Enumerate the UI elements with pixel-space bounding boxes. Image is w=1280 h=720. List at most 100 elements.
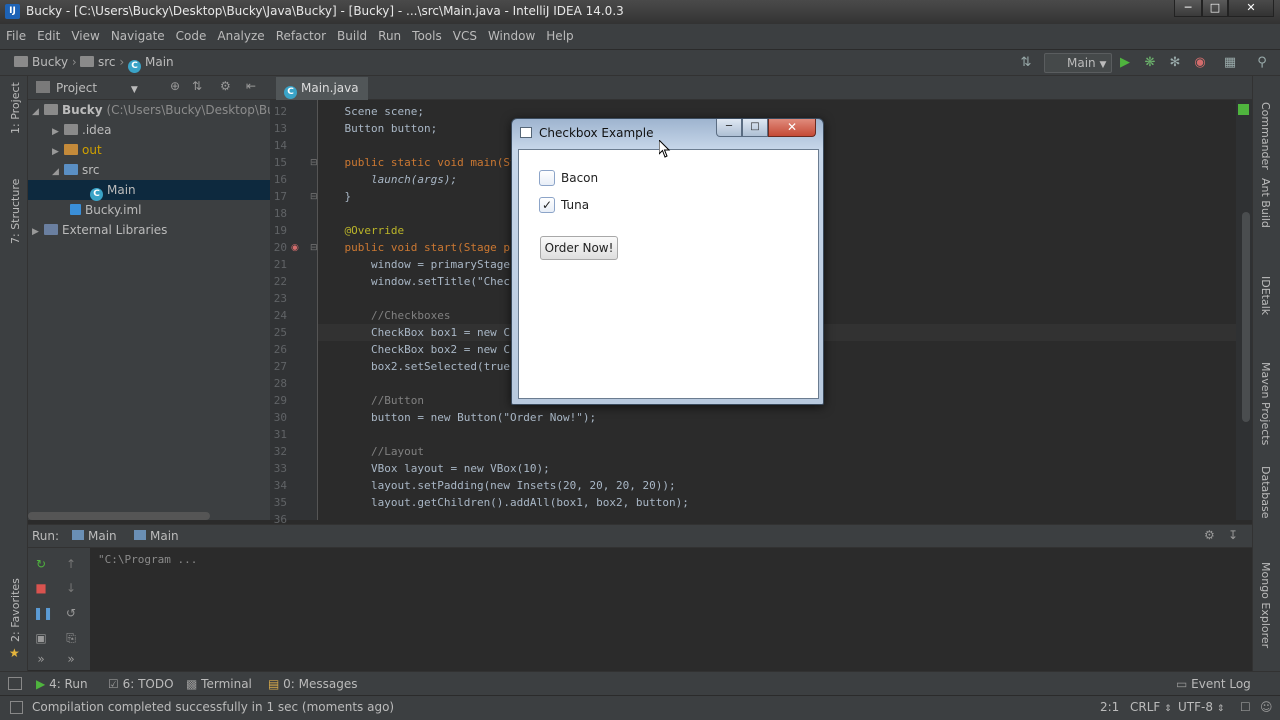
menu-navigate[interactable]: Navigate bbox=[105, 24, 170, 43]
profile-icon[interactable]: ◉ bbox=[1192, 55, 1208, 71]
line-number: 16 bbox=[273, 173, 287, 186]
search-icon[interactable]: ⚲ bbox=[1254, 55, 1270, 71]
close-button[interactable]: ✕ bbox=[1228, 0, 1274, 17]
fold-icon[interactable]: ⊟ bbox=[310, 192, 318, 202]
menu-view[interactable]: View bbox=[65, 24, 104, 43]
editor-vertical-scrollbar[interactable] bbox=[1242, 212, 1250, 422]
tree-item-bucky-iml[interactable]: Bucky.iml bbox=[28, 200, 270, 220]
fold-icon[interactable]: ⊟ bbox=[310, 158, 318, 168]
run-icon[interactable]: ▶ bbox=[1117, 55, 1133, 71]
structure-tool-button[interactable]: 7: Structure bbox=[9, 179, 22, 244]
run-config-select[interactable]: Main ▼ bbox=[1044, 53, 1112, 73]
run-tab-main-1[interactable]: Main bbox=[72, 529, 117, 543]
project-structure-icon[interactable]: ▦ bbox=[1222, 55, 1238, 71]
rerun-icon[interactable]: ↻ bbox=[33, 556, 49, 572]
menu-analyze[interactable]: Analyze bbox=[211, 24, 269, 43]
more-icon[interactable]: » bbox=[63, 651, 79, 667]
line-separator-select[interactable]: CRLF ⇕ bbox=[1130, 700, 1172, 714]
tuna-label[interactable]: Tuna bbox=[561, 198, 589, 212]
caret-position[interactable]: 2:1 bbox=[1100, 700, 1119, 714]
menu-run[interactable]: Run bbox=[372, 24, 406, 43]
menu-window[interactable]: Window bbox=[482, 24, 540, 43]
encoding-select[interactable]: UTF-8 ⇕ bbox=[1178, 700, 1224, 714]
code-text: //Layout bbox=[318, 445, 424, 458]
event-log-tool-button[interactable]: ▭ Event Log bbox=[1176, 677, 1251, 691]
menu-file[interactable]: File bbox=[0, 24, 31, 43]
idetalk-tool-button[interactable]: IDEtalk bbox=[1259, 276, 1272, 315]
window-title-bar[interactable]: IJ Bucky - [C:\Users\Bucky\Desktop\Bucky… bbox=[0, 0, 1280, 24]
bacon-label[interactable]: Bacon bbox=[561, 171, 598, 185]
menu-help[interactable]: Help bbox=[540, 24, 578, 43]
run-tool-button[interactable]: ▶ 4: Run bbox=[36, 677, 88, 691]
tree-item-external-libraries[interactable]: ▶ External Libraries bbox=[28, 220, 270, 240]
menu-build[interactable]: Build bbox=[331, 24, 372, 43]
mongo-explorer-tool-button[interactable]: Mongo Explorer bbox=[1259, 562, 1272, 648]
fx-maximize-button[interactable]: □ bbox=[742, 119, 768, 137]
toggle-tool-windows-icon[interactable] bbox=[8, 677, 22, 690]
maximize-button[interactable]: □ bbox=[1202, 0, 1228, 17]
hide-panel-icon[interactable]: ⇤ bbox=[246, 79, 256, 93]
run-gutter-icon[interactable]: ◉ bbox=[291, 243, 299, 253]
minimize-button[interactable]: ─ bbox=[1174, 0, 1202, 17]
menu-code[interactable]: Code bbox=[170, 24, 212, 43]
tree-item-out[interactable]: ▶ out bbox=[28, 140, 270, 160]
maven-projects-tool-button[interactable]: Maven Projects bbox=[1259, 362, 1272, 445]
stop-icon[interactable]: ■ bbox=[33, 580, 49, 596]
commander-tool-button[interactable]: Commander bbox=[1259, 102, 1272, 170]
up-arrow-icon[interactable]: ↑ bbox=[63, 556, 79, 572]
soft-wrap-icon[interactable]: ↺ bbox=[63, 605, 79, 621]
debug-icon[interactable]: ❋ bbox=[1142, 55, 1158, 71]
line-number: 26 bbox=[273, 343, 287, 356]
fx-close-button[interactable]: ✕ bbox=[768, 119, 816, 137]
database-tool-button[interactable]: Database bbox=[1259, 466, 1272, 519]
build-icon[interactable]: ⇅ bbox=[1018, 55, 1034, 71]
order-now-button[interactable]: Order Now! bbox=[540, 236, 618, 260]
line-number: 19 bbox=[273, 224, 287, 237]
tuna-checkbox[interactable]: ✓ bbox=[539, 197, 555, 213]
scroll-from-source-icon[interactable]: ⊕ bbox=[170, 79, 180, 93]
checkbox-example-window[interactable]: Checkbox Example ─ □ ✕ Bacon ✓ Tuna Orde… bbox=[511, 118, 824, 405]
library-icon bbox=[44, 224, 58, 235]
run-tab-main-2[interactable]: Main bbox=[134, 529, 179, 543]
fold-icon[interactable]: ⊟ bbox=[310, 243, 318, 253]
print-icon[interactable]: ⎘ bbox=[63, 630, 79, 646]
tree-item-bucky[interactable]: ◢ Bucky (C:\Users\Bucky\Desktop\Buck bbox=[28, 100, 288, 120]
coverage-icon[interactable]: ✻ bbox=[1167, 55, 1183, 71]
more-icon[interactable]: » bbox=[33, 651, 49, 667]
menu-refactor[interactable]: Refactor bbox=[270, 24, 331, 43]
pause-icon[interactable]: ❚❚ bbox=[33, 605, 53, 621]
menu-vcs[interactable]: VCS bbox=[447, 24, 482, 43]
messages-tool-button[interactable]: ▤ 0: Messages bbox=[268, 677, 358, 691]
breadcrumb-file[interactable]: C Main bbox=[128, 55, 174, 73]
collapse-all-icon[interactable]: ⇅ bbox=[192, 79, 202, 93]
todo-tool-button[interactable]: ☑ 6: TODO bbox=[108, 677, 174, 691]
project-view-select[interactable]: Project ▼ bbox=[56, 81, 138, 95]
hide-panel-icon[interactable]: ↧ bbox=[1228, 528, 1238, 542]
dump-threads-icon[interactable]: ▣ bbox=[33, 630, 49, 646]
tab-main-java[interactable]: CMain.java ✕ bbox=[276, 77, 368, 113]
project-horizontal-scrollbar[interactable] bbox=[28, 512, 210, 520]
down-arrow-icon[interactable]: ↓ bbox=[63, 580, 79, 596]
menu-tools[interactable]: Tools bbox=[406, 24, 447, 43]
tree-item-main[interactable]: C Main bbox=[28, 180, 270, 201]
breadcrumb-project[interactable]: Bucky › bbox=[14, 55, 77, 69]
code-text: box2.setSelected(true); bbox=[318, 360, 524, 373]
tree-item-src[interactable]: ◢ src bbox=[28, 160, 270, 180]
chevron-down-icon: ⇕ bbox=[1216, 704, 1225, 714]
breadcrumb-folder[interactable]: src › bbox=[80, 55, 124, 69]
line-number: 20 bbox=[273, 241, 287, 254]
project-tool-button[interactable]: 1: Project bbox=[9, 82, 22, 134]
run-console[interactable]: "C:\Program ... bbox=[90, 548, 1252, 670]
menu-bar: File Edit View Navigate Code Analyze Refactor B… bbox=[0, 24, 1280, 50]
tree-item-idea[interactable]: ▶ .idea bbox=[28, 120, 270, 140]
menu-edit[interactable]: Edit bbox=[31, 24, 65, 43]
ant-build-tool-button[interactable]: Ant Build bbox=[1259, 178, 1272, 228]
fx-minimize-button[interactable]: ─ bbox=[716, 119, 742, 137]
terminal-tool-button[interactable]: ▩ Terminal bbox=[186, 677, 252, 691]
inspector-icon[interactable]: ☺ bbox=[1260, 700, 1273, 714]
bacon-checkbox[interactable] bbox=[539, 170, 555, 186]
lock-icon[interactable]: ☐ bbox=[1240, 700, 1251, 714]
gear-icon[interactable]: ⚙ bbox=[1204, 528, 1215, 542]
favorites-tool-button[interactable]: 2: Favorites bbox=[9, 578, 22, 642]
gear-icon[interactable]: ⚙ bbox=[220, 79, 231, 93]
